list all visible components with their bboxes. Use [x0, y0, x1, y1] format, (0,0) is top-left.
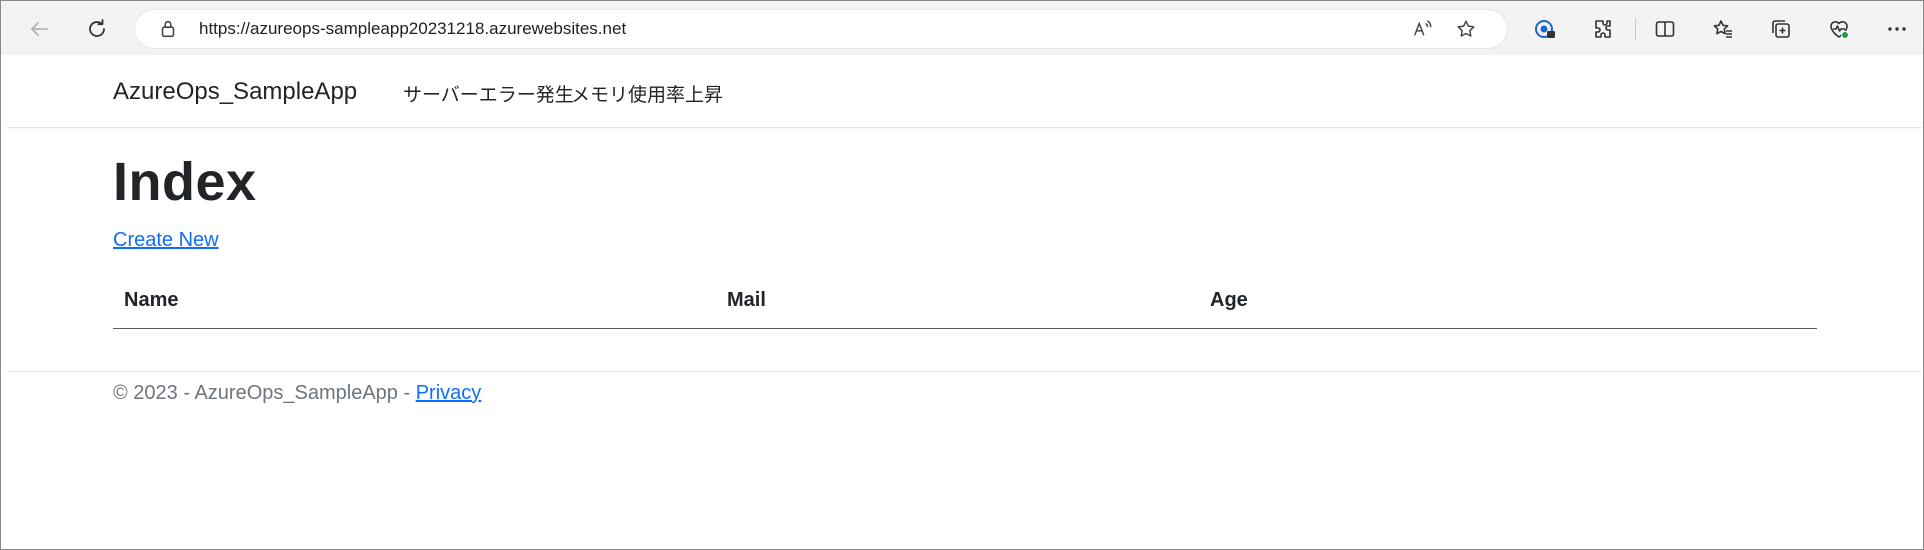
favorite-star-icon[interactable] [1453, 16, 1479, 42]
web-page: AzureOps_SampleApp サーバーエラー発生 メモリ使用率上昇 In… [7, 55, 1921, 547]
toolbar-separator [1635, 18, 1636, 40]
lock-icon[interactable] [157, 18, 179, 40]
site-footer: © 2023 - AzureOps_SampleApp - Privacy [7, 371, 1921, 431]
address-bar[interactable]: https://azureops-sampleapp20231218.azure… [135, 10, 1507, 48]
password-manager-icon[interactable] [1529, 13, 1561, 45]
browser-essentials-icon[interactable] [1823, 13, 1855, 45]
copyright-text: © 2023 - AzureOps_SampleApp - [113, 382, 416, 404]
footer-text: © 2023 - AzureOps_SampleApp - Privacy [113, 382, 481, 405]
brand-link[interactable]: AzureOps_SampleApp [113, 78, 357, 106]
create-new-link[interactable]: Create New [113, 229, 219, 252]
column-header-mail: Mail [727, 289, 766, 311]
data-table: Name Mail Age [113, 273, 1817, 329]
column-header-age: Age [1210, 289, 1248, 311]
browser-toolbar: https://azureops-sampleapp20231218.azure… [1, 1, 1923, 55]
favorites-icon[interactable] [1707, 13, 1739, 45]
nav-link-server-error[interactable]: サーバーエラー発生 [403, 80, 574, 107]
url-text[interactable]: https://azureops-sampleapp20231218.azure… [199, 19, 626, 39]
nav-link-memory-usage[interactable]: メモリ使用率上昇 [571, 80, 723, 107]
site-navbar: AzureOps_SampleApp サーバーエラー発生 メモリ使用率上昇 [7, 55, 1921, 128]
more-icon[interactable] [1881, 13, 1913, 45]
privacy-link[interactable]: Privacy [416, 382, 482, 404]
refresh-icon[interactable] [81, 13, 113, 45]
read-aloud-icon[interactable] [1409, 16, 1435, 42]
extensions-icon[interactable] [1587, 13, 1619, 45]
collections-icon[interactable] [1765, 13, 1797, 45]
browser-window: https://azureops-sampleapp20231218.azure… [0, 0, 1924, 550]
split-screen-icon[interactable] [1649, 13, 1681, 45]
page-title: Index [113, 152, 257, 212]
back-icon[interactable] [23, 13, 55, 45]
column-header-name: Name [124, 289, 179, 311]
